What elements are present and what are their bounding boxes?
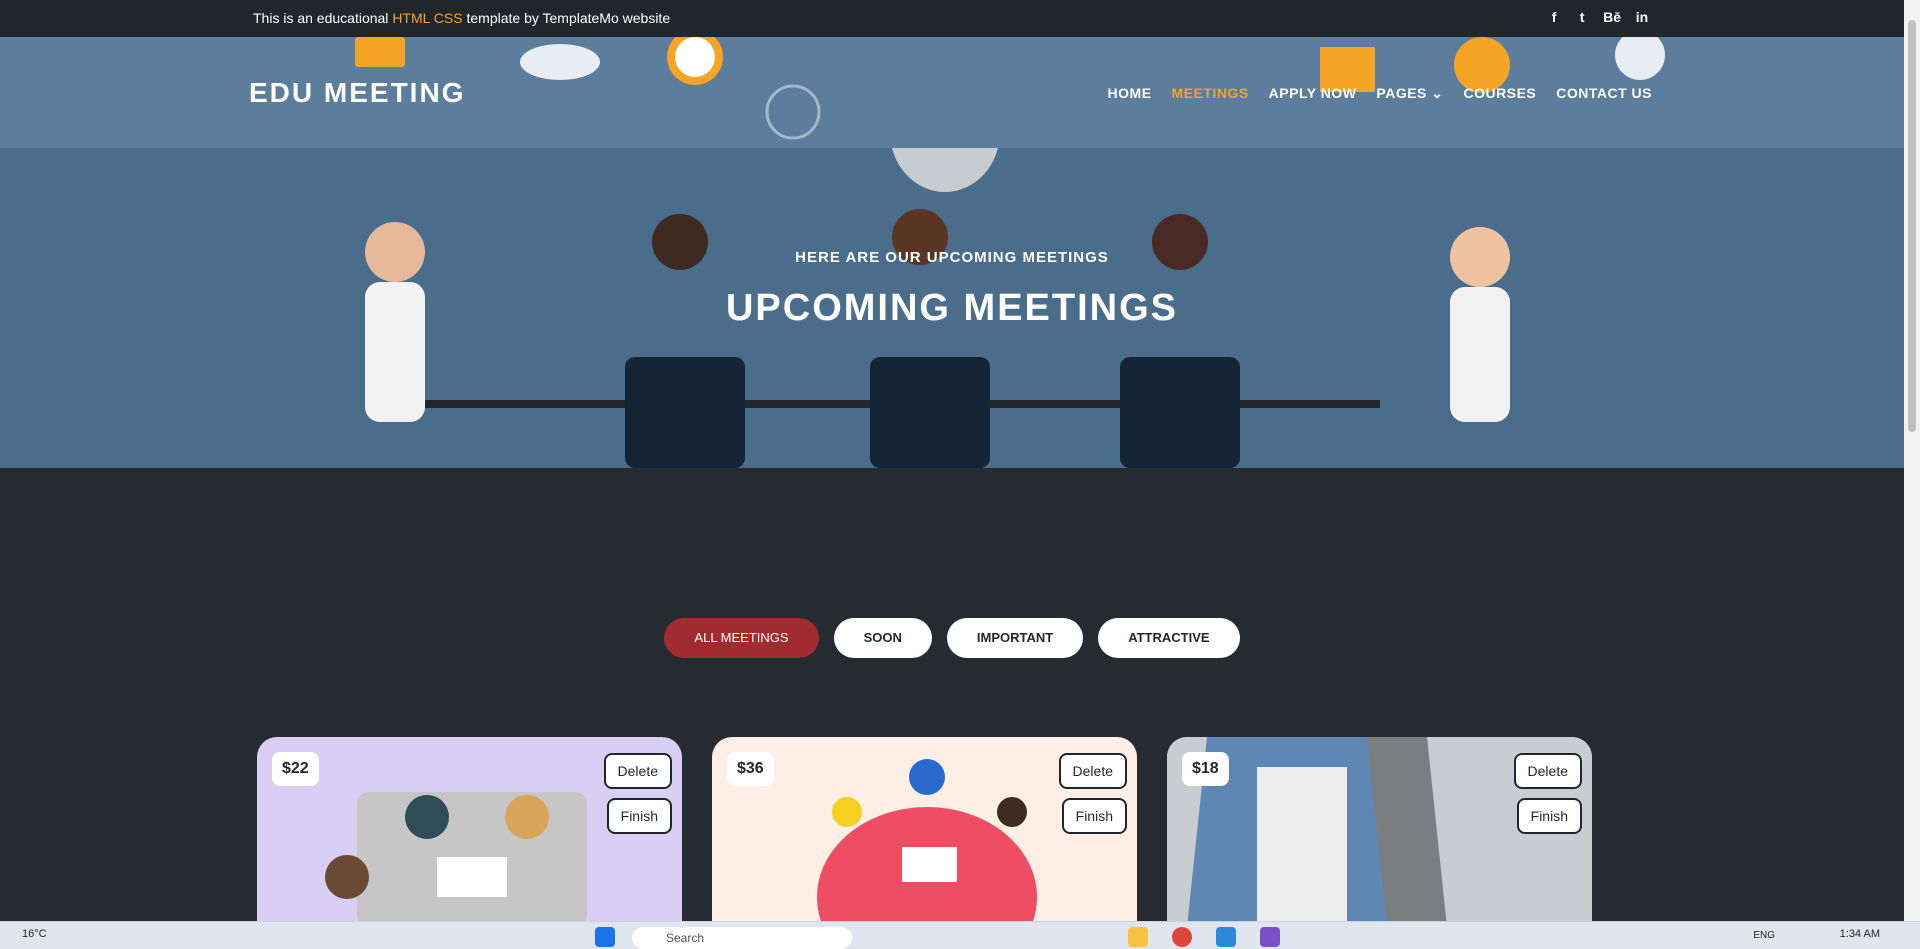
chrome-icon[interactable] [1172, 927, 1192, 947]
meeting-card[interactable]: $36 Delete Finish [712, 737, 1137, 921]
filter-attractive[interactable]: ATTRACTIVE [1098, 618, 1240, 658]
card-price: $18 [1182, 752, 1229, 786]
twitter-icon[interactable]: t [1575, 9, 1589, 25]
hero-title: UPCOMING MEETINGS [725, 287, 1179, 329]
delete-button[interactable]: Delete [1513, 753, 1582, 789]
linkedin-icon[interactable]: in [1635, 9, 1649, 25]
meeting-cards: $22 Delete Finish $36 Delete Finish $18 … [257, 737, 1592, 921]
top-message-suffix: template by TemplateMo website [462, 10, 671, 26]
behance-icon[interactable]: Bē [1603, 9, 1621, 25]
nav-home[interactable]: HOME [1108, 85, 1152, 102]
language-indicator[interactable]: ENG [1753, 930, 1775, 941]
vscode-icon[interactable] [1216, 927, 1236, 947]
top-message-link[interactable]: HTML CSS [392, 10, 462, 26]
card-price: $36 [727, 752, 774, 786]
finish-button[interactable]: Finish [606, 798, 672, 834]
finish-button[interactable]: Finish [1516, 798, 1582, 834]
hero-banner: EDU MEETING HOME MEETINGS APPLY NOW PAGE… [0, 37, 1904, 468]
social-links: f t Bē in [1547, 9, 1649, 25]
facebook-icon[interactable]: f [1547, 9, 1561, 25]
clock[interactable]: 1:34 AM [1840, 928, 1880, 940]
nav-apply-now[interactable]: APPLY NOW [1269, 85, 1357, 102]
nav-contact-us[interactable]: CONTACT US [1556, 85, 1652, 102]
filter-important[interactable]: IMPORTANT [946, 618, 1084, 658]
meetings-section: ALL MEETINGS SOON IMPORTANT ATTRACTIVE $… [0, 468, 1904, 921]
scrollbar-thumb[interactable] [1908, 20, 1916, 432]
filter-all-meetings[interactable]: ALL MEETINGS [664, 618, 819, 658]
top-message: This is an educational HTML CSS template… [253, 10, 670, 26]
filter-soon[interactable]: SOON [833, 618, 932, 658]
nav-courses[interactable]: COURSES [1464, 85, 1537, 102]
site-logo[interactable]: EDU MEETING [249, 77, 465, 109]
start-icon[interactable] [595, 927, 615, 947]
hero-subtitle: HERE ARE OUR UPCOMING MEETINGS [795, 249, 1109, 266]
page-scrollbar[interactable] [1904, 0, 1920, 921]
card-price: $22 [272, 752, 319, 786]
main-navbar: EDU MEETING HOME MEETINGS APPLY NOW PAGE… [0, 37, 1904, 148]
top-message-prefix: This is an educational [253, 10, 393, 26]
meeting-card[interactable]: $22 Delete Finish [257, 737, 682, 921]
taskbar-search[interactable]: Search [632, 927, 852, 949]
meeting-card[interactable]: $18 Delete Finish [1167, 737, 1592, 921]
weather-widget[interactable]: 16°C [22, 928, 47, 940]
visual-studio-icon[interactable] [1260, 927, 1280, 947]
delete-button[interactable]: Delete [603, 753, 672, 789]
nav-pages[interactable]: PAGES ⌄ [1376, 85, 1443, 102]
os-taskbar: 16°C Search ENG 1:34 AM [0, 921, 1920, 949]
main-menu: HOME MEETINGS APPLY NOW PAGES ⌄ COURSES … [1108, 85, 1652, 102]
filter-bar: ALL MEETINGS SOON IMPORTANT ATTRACTIVE [0, 618, 1904, 658]
file-explorer-icon[interactable] [1128, 927, 1148, 947]
finish-button[interactable]: Finish [1061, 798, 1127, 834]
nav-meetings[interactable]: MEETINGS [1172, 85, 1249, 102]
delete-button[interactable]: Delete [1058, 753, 1127, 789]
top-info-bar: This is an educational HTML CSS template… [0, 0, 1904, 37]
